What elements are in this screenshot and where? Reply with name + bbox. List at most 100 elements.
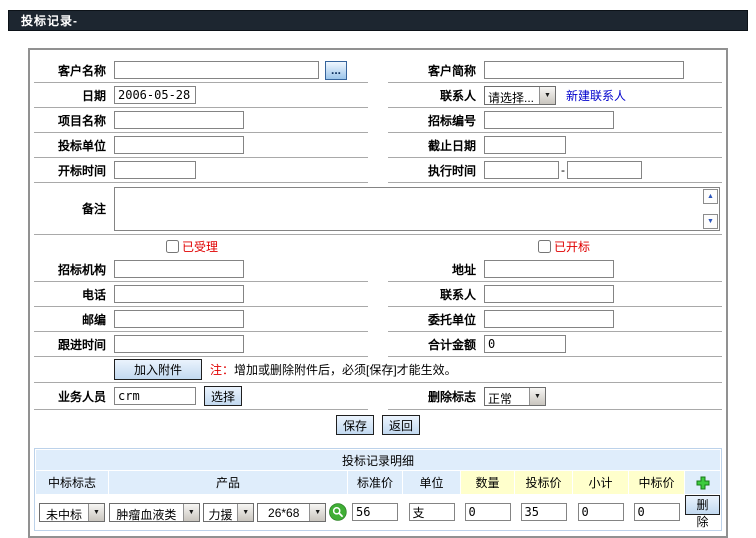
opened-checkbox[interactable] bbox=[538, 240, 551, 253]
bid-price-input[interactable] bbox=[521, 503, 567, 521]
page-title: 投标记录- bbox=[21, 12, 78, 29]
row-follow-time: 跟进时间 bbox=[34, 332, 368, 357]
agency-input[interactable] bbox=[114, 260, 244, 278]
scroll-up-icon[interactable]: ▲ bbox=[703, 189, 718, 204]
row-open-time: 开标时间 bbox=[34, 158, 368, 183]
chevron-down-icon[interactable]: ▼ bbox=[183, 504, 199, 521]
address-input[interactable] bbox=[484, 260, 614, 278]
follow-time-input[interactable] bbox=[114, 335, 244, 353]
exec-time-end-input[interactable] bbox=[567, 161, 642, 179]
header-win-flag: 中标标志 bbox=[36, 471, 108, 494]
header-unit: 单位 bbox=[403, 471, 460, 494]
header-add bbox=[685, 471, 720, 494]
scroll-down-icon[interactable]: ▼ bbox=[703, 214, 718, 229]
detail-table-title: 投标记录明细 bbox=[36, 450, 720, 470]
zip-input[interactable] bbox=[114, 310, 244, 328]
contact2-input[interactable] bbox=[484, 285, 614, 303]
phone-input[interactable] bbox=[114, 285, 244, 303]
search-icon[interactable] bbox=[329, 503, 347, 521]
back-button[interactable]: 返回 bbox=[382, 415, 420, 435]
quantity-input[interactable] bbox=[465, 503, 511, 521]
product-spec-select[interactable]: 26*68 ▼ bbox=[257, 503, 326, 522]
attachment-note-text: 增加或删除附件后，必须[保存]才能生效。 bbox=[234, 363, 457, 377]
detail-table-data-row: 未中标 ▼ 肿瘤血液类 ▼ 力援 ▼ 26*68 ▼ bbox=[36, 495, 720, 529]
chevron-down-icon[interactable]: ▼ bbox=[237, 504, 253, 521]
cell-std-price bbox=[348, 495, 402, 529]
date-label: 日期 bbox=[34, 87, 106, 104]
product-brand-select[interactable]: 力援 ▼ bbox=[203, 503, 254, 522]
project-name-input[interactable] bbox=[114, 111, 244, 129]
row-remarks: 备注 ▲ ▼ bbox=[34, 183, 722, 235]
row-bid-unit: 投标单位 bbox=[34, 133, 368, 158]
row-accepted: 已受理 bbox=[34, 235, 368, 257]
contact-label: 联系人 bbox=[388, 87, 476, 104]
cell-delete: 删除 bbox=[685, 495, 720, 529]
accepted-checkbox[interactable] bbox=[166, 240, 179, 253]
header-subtotal: 小计 bbox=[573, 471, 628, 494]
attachment-note: 注：增加或删除附件后，必须[保存]才能生效。 bbox=[210, 361, 457, 378]
customer-short-input[interactable] bbox=[484, 61, 684, 79]
bid-unit-input[interactable] bbox=[114, 136, 244, 154]
remarks-textarea[interactable]: ▲ ▼ bbox=[114, 187, 720, 231]
cell-win-price bbox=[629, 495, 684, 529]
win-flag-select[interactable]: 未中标 ▼ bbox=[39, 503, 105, 522]
cell-unit bbox=[403, 495, 460, 529]
exec-time-label: 执行时间 bbox=[388, 162, 476, 179]
delete-row-button[interactable]: 删除 bbox=[685, 495, 720, 515]
row-deadline: 截止日期 bbox=[388, 133, 722, 158]
std-price-input[interactable] bbox=[352, 503, 398, 521]
chevron-down-icon[interactable]: ▼ bbox=[529, 388, 545, 405]
row-entrust-unit: 委托单位 bbox=[388, 307, 722, 332]
cell-win-flag: 未中标 ▼ bbox=[36, 495, 108, 529]
open-time-input[interactable] bbox=[114, 161, 196, 179]
customer-name-input[interactable] bbox=[114, 61, 319, 79]
total-amount-label: 合计金额 bbox=[388, 336, 476, 353]
exec-time-start-input[interactable] bbox=[484, 161, 559, 179]
new-contact-link[interactable]: 新建联系人 bbox=[566, 87, 626, 104]
date-input[interactable] bbox=[114, 86, 196, 104]
row-phone: 电话 bbox=[34, 282, 368, 307]
row-exec-time: 执行时间 - bbox=[388, 158, 722, 183]
zip-label: 邮编 bbox=[34, 311, 106, 328]
chevron-down-icon[interactable]: ▼ bbox=[539, 87, 555, 104]
detail-table-title-row: 投标记录明细 bbox=[36, 450, 720, 470]
entrust-unit-label: 委托单位 bbox=[388, 311, 476, 328]
bid-no-input[interactable] bbox=[484, 111, 614, 129]
sales-person-input[interactable] bbox=[114, 387, 196, 405]
product-category-select[interactable]: 肿瘤血液类 ▼ bbox=[109, 503, 200, 522]
choose-sales-person-button[interactable]: 选择 bbox=[204, 386, 242, 406]
customer-short-label: 客户简称 bbox=[388, 62, 476, 79]
customer-browse-button[interactable]: ... bbox=[325, 61, 347, 80]
win-price-input[interactable] bbox=[634, 503, 680, 521]
header-bid-price: 投标价 bbox=[515, 471, 572, 494]
win-flag-value: 未中标 bbox=[40, 504, 88, 521]
product-brand-value: 力援 bbox=[204, 504, 237, 521]
add-row-icon[interactable] bbox=[696, 476, 710, 490]
save-button[interactable]: 保存 bbox=[336, 415, 374, 435]
deadline-input[interactable] bbox=[484, 136, 566, 154]
chevron-down-icon[interactable]: ▼ bbox=[309, 504, 325, 521]
unit-input[interactable] bbox=[409, 503, 455, 521]
contact-select-value: 请选择... bbox=[485, 87, 539, 104]
contact2-label: 联系人 bbox=[388, 286, 476, 303]
opened-label: 已开标 bbox=[554, 238, 590, 255]
bid-unit-label: 投标单位 bbox=[34, 137, 106, 154]
sales-person-label: 业务人员 bbox=[34, 388, 106, 405]
row-date: 日期 bbox=[34, 83, 368, 108]
open-time-label: 开标时间 bbox=[34, 162, 106, 179]
contact-select[interactable]: 请选择... ▼ bbox=[484, 86, 556, 105]
header-product: 产品 bbox=[109, 471, 347, 494]
chevron-down-icon[interactable]: ▼ bbox=[88, 504, 104, 521]
delete-flag-select[interactable]: 正常 ▼ bbox=[484, 387, 546, 406]
row-contact2: 联系人 bbox=[388, 282, 722, 307]
total-amount-input[interactable] bbox=[484, 335, 566, 353]
row-contact-select: 联系人 请选择... ▼ 新建联系人 bbox=[388, 83, 722, 108]
cell-bid-price bbox=[515, 495, 572, 529]
cell-product: 肿瘤血液类 ▼ 力援 ▼ 26*68 ▼ bbox=[109, 495, 347, 529]
phone-label: 电话 bbox=[34, 286, 106, 303]
subtotal-input[interactable] bbox=[578, 503, 624, 521]
row-total-amount: 合计金额 bbox=[388, 332, 722, 357]
entrust-unit-input[interactable] bbox=[484, 310, 614, 328]
follow-time-label: 跟进时间 bbox=[34, 336, 106, 353]
add-attachment-button[interactable]: 加入附件 bbox=[114, 359, 202, 380]
